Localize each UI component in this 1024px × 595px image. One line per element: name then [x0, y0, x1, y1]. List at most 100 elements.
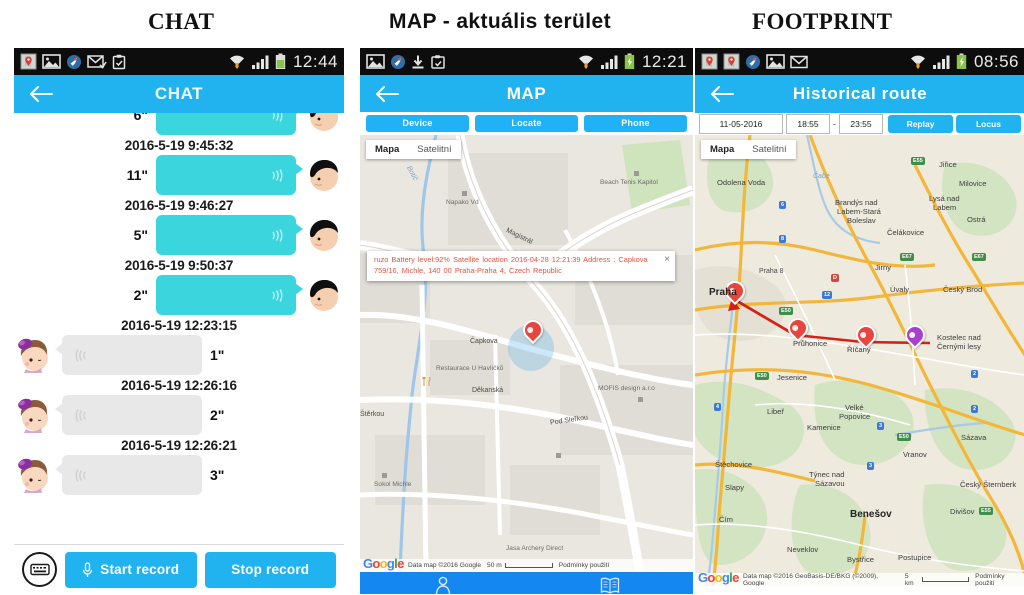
status-right-icons: 12:44: [228, 52, 338, 72]
sound-wave-icon: [272, 113, 283, 122]
voice-bubble[interactable]: [156, 275, 303, 315]
google-logo: Google: [363, 556, 404, 571]
sound-wave-icon: [272, 288, 283, 302]
footprint-map-type-tabs[interactable]: Mapa Satelitní: [701, 140, 796, 159]
chat-timestamp: 2016-5-19 12:26:21: [121, 438, 237, 453]
start-record-label: Start record: [100, 562, 180, 577]
date-input[interactable]: 11-05-2016: [699, 114, 783, 134]
stop-record-button[interactable]: Stop record: [204, 551, 336, 588]
back-arrow-icon[interactable]: [709, 85, 735, 103]
map-label: Čabe: [813, 173, 830, 180]
chat-timestamp: 2016-5-19 9:46:27: [124, 198, 234, 213]
chat-footer: Start record Stop record: [14, 544, 344, 594]
road-shield: E50: [897, 433, 911, 441]
map-label: Labem: [933, 203, 957, 212]
road-shield: E67: [972, 253, 986, 261]
map-canvas[interactable]: Mapa Satelitní Botič Napako Vd Beach Ten…: [360, 135, 693, 572]
chat-message[interactable]: 5": [14, 215, 344, 255]
keyboard-icon[interactable]: [22, 552, 57, 587]
attribution-terms[interactable]: Podmínky použití: [559, 562, 610, 569]
map-tab-mapa[interactable]: Mapa: [701, 140, 743, 159]
location-info-text: ruzo Battery level:92% Satellite locatio…: [374, 255, 648, 275]
voice-bubble[interactable]: [156, 113, 303, 135]
locate-button[interactable]: Locate: [475, 114, 578, 132]
poi-dot: [638, 397, 643, 402]
footprint-app-bar: Historical route: [695, 75, 1024, 113]
map-label: Milovice: [959, 179, 987, 188]
locus-button[interactable]: Locus: [956, 115, 1021, 133]
voice-duration: 11": [126, 167, 148, 183]
battery-icon: [275, 53, 286, 69]
start-record-button[interactable]: Start record: [65, 551, 197, 588]
chat-timestamp: 2016-5-19 12:26:16: [121, 378, 237, 393]
footprint-map-canvas[interactable]: Mapa Satelitní E55 6 8 D 12 E67 E67 E50 …: [695, 135, 1024, 586]
attribution-data: Data map ©2016 Google: [408, 562, 482, 569]
voice-bubble[interactable]: [55, 395, 202, 435]
voice-duration: 6": [133, 113, 148, 123]
attribution-terms[interactable]: Podmínky použití: [975, 573, 1024, 587]
map-label: MOFIS design a.r.o: [598, 385, 655, 392]
map-tab-satelitni[interactable]: Satelitní: [743, 140, 795, 159]
avatar: [14, 395, 54, 435]
device-button[interactable]: Device: [366, 114, 469, 132]
chat-message[interactable]: 2": [14, 275, 344, 315]
footprint-status-bar: 08:56: [695, 48, 1024, 75]
time-from-input[interactable]: 18:55: [786, 114, 830, 134]
map-label: Děkanská: [472, 387, 504, 394]
map-type-tabs[interactable]: Mapa Satelitní: [366, 140, 461, 159]
chat-message[interactable]: 11": [14, 155, 344, 195]
voice-duration: 5": [133, 227, 148, 243]
time-to-input[interactable]: 23:55: [839, 114, 883, 134]
nav-my[interactable]: MY: [360, 576, 527, 594]
voice-bubble[interactable]: [156, 215, 303, 255]
back-arrow-icon[interactable]: [28, 85, 54, 103]
back-arrow-icon[interactable]: [374, 85, 400, 103]
map-label: Čelákovice: [887, 228, 925, 237]
nav-home[interactable]: HOME: [527, 577, 694, 595]
map-label: Odolena Voda: [717, 178, 766, 187]
map-label: Velké: [845, 403, 864, 412]
section-title-chat: CHAT: [148, 9, 215, 34]
google-logo: Google: [698, 570, 739, 585]
voice-bubble[interactable]: [55, 455, 202, 495]
wifi-icon: [910, 55, 925, 69]
map-label: Čapkova: [470, 338, 498, 345]
chat-title: CHAT: [154, 84, 204, 103]
map-status-time: 12:21: [641, 51, 687, 71]
map-title: MAP: [506, 83, 547, 103]
road-shield: D: [831, 274, 839, 282]
voice-duration: 1": [210, 347, 225, 363]
chat-message[interactable]: 2": [14, 395, 344, 435]
road-shield: 6: [779, 201, 787, 209]
chat-timestamp: 2016-5-19 9:50:37: [124, 258, 234, 273]
road-shield: 3: [867, 462, 875, 470]
avatar: [14, 335, 54, 375]
map-label: Jasa Archery Direct: [506, 545, 564, 552]
close-icon[interactable]: ×: [664, 255, 670, 265]
map-label: Jiřice: [939, 160, 957, 169]
section-title-map: MAP - aktuális terület: [389, 10, 611, 33]
replay-button[interactable]: Replay: [888, 115, 953, 133]
chat-message[interactable]: 1": [14, 335, 344, 375]
map-bottom-nav: MY HOME: [360, 572, 693, 594]
attribution-data: Data map ©2016 GeoBasis-DE/BKG (©2009), …: [743, 572, 879, 587]
voice-bubble[interactable]: [55, 335, 202, 375]
map-label: Divišov: [950, 507, 975, 516]
phone-button[interactable]: Phone: [584, 114, 687, 132]
map-label: Napako Vd: [446, 199, 479, 206]
chat-message[interactable]: 3": [14, 455, 344, 495]
map-label: Praha: [709, 287, 737, 298]
chat-message[interactable]: 6": [14, 113, 344, 135]
sound-wave-icon: [75, 408, 86, 422]
map-label: Lysá nad: [929, 194, 960, 203]
map-pin-icon: [723, 53, 740, 70]
chat-timestamp: 2016-5-19 9:45:32: [124, 138, 234, 153]
voice-bubble[interactable]: [156, 155, 303, 195]
map-tab-satelitni[interactable]: Satelitní: [408, 140, 460, 159]
chat-message-list[interactable]: 6" 2016-5-19 9:45:32 11" 2016-5-19 9:46:…: [14, 113, 344, 544]
chat-timestamp: 2016-5-19 12:23:15: [121, 318, 237, 333]
map-tab-mapa[interactable]: Mapa: [366, 140, 408, 159]
scale-line: [921, 577, 970, 582]
location-info-popup[interactable]: × ruzo Battery level:92% Satellite locat…: [367, 251, 675, 282]
sound-wave-icon: [272, 228, 283, 242]
